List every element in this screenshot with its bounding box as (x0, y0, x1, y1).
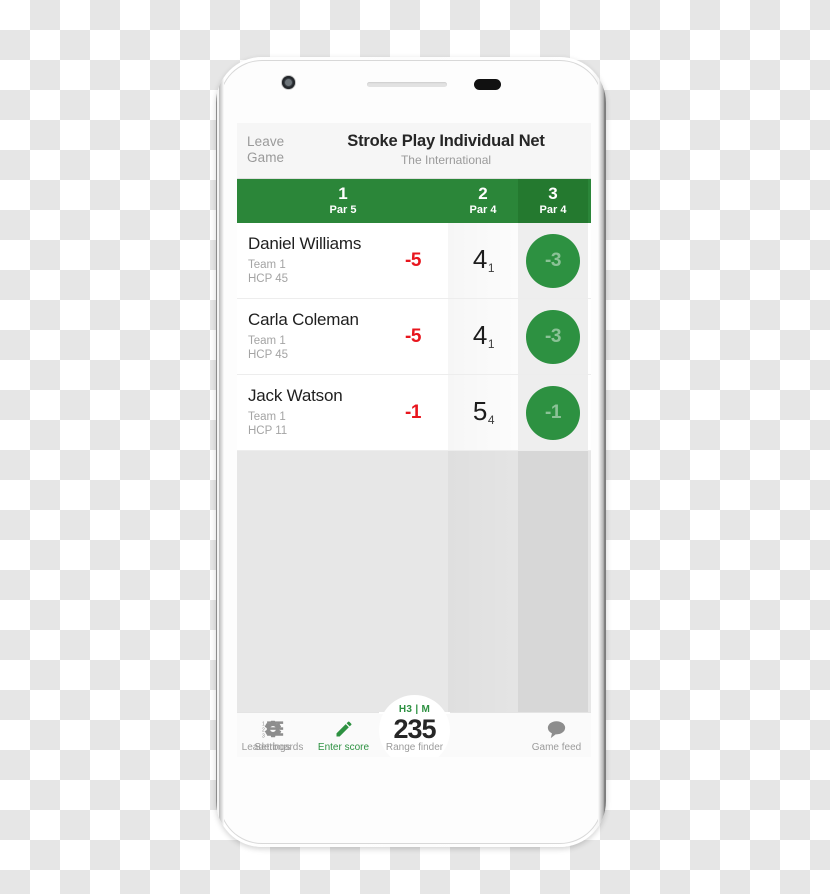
player-total-score: -1 (405, 401, 421, 423)
player-meta: Team 1 HCP 11 (248, 410, 287, 438)
leave-game-button[interactable]: Leave Game (247, 134, 299, 166)
table-row[interactable]: Jack Watson Team 1 HCP 11 -1 54 -1 (237, 375, 591, 451)
player-meta: Team 1 HCP 45 (248, 334, 288, 362)
net-score: 1 (487, 261, 495, 275)
gear-icon (237, 718, 308, 740)
player-meta: Team 1 HCP 45 (248, 258, 288, 286)
player-team: Team 1 (248, 411, 286, 423)
player-hcp: HCP 45 (248, 273, 289, 285)
score-bubble[interactable]: -3 (526, 233, 580, 288)
score-bubble[interactable]: -1 (526, 385, 580, 440)
player-total-score: -5 (405, 325, 421, 347)
net-score: 1 (487, 337, 495, 351)
net-score: 4 (487, 413, 495, 427)
pencil-icon (308, 718, 379, 740)
tab-label: Settings (254, 742, 291, 753)
hole-number: 3 (548, 184, 558, 203)
range-finder-label: Range finder (385, 742, 444, 753)
tab-enter-score[interactable]: Enter score (308, 713, 379, 757)
range-finder-distance: 235 (393, 714, 436, 744)
table-row[interactable]: Daniel Williams Team 1 HCP 45 -5 41 -3 (237, 223, 591, 299)
hole-number: 1 (338, 184, 348, 203)
page-title: Stroke Play Individual Net (347, 132, 545, 150)
header-total-column (378, 179, 448, 224)
player-hcp: HCP 45 (248, 349, 289, 361)
app-bar: Leave Game Stroke Play Individual Net Th… (237, 123, 591, 179)
proximity-sensor (474, 79, 501, 90)
tab-label: Game feed (531, 742, 582, 753)
tab-label: Enter score (317, 742, 370, 753)
hole-par: Par 4 (469, 204, 497, 216)
hole-par: Par 4 (539, 204, 567, 216)
score-cell-hole-2[interactable]: 41 (448, 299, 518, 374)
score-cell-hole-2[interactable]: 54 (448, 375, 518, 450)
range-finder-button[interactable]: H3 | M 235 Range finder (379, 695, 450, 757)
player-name: Jack Watson (248, 386, 343, 405)
leave-game-label-line1: Leave (247, 134, 285, 149)
header-hole-2[interactable]: 2 Par 4 (448, 179, 518, 224)
phone-edge-highlight-right (598, 60, 603, 844)
player-name: Daniel Williams (248, 234, 362, 253)
app-bar-title-group: Stroke Play Individual Net The Internati… (307, 131, 585, 168)
front-camera-icon (282, 76, 295, 89)
stroke-count: 41 (472, 320, 495, 351)
header-hole-3[interactable]: 3 Par 4 (518, 179, 588, 224)
header-hole-1[interactable]: 1 Par 5 (308, 179, 378, 224)
phone-device-mockup: Leave Game Stroke Play Individual Net Th… (216, 57, 606, 847)
player-total-score: -5 (405, 249, 421, 271)
stroke-count: 54 (472, 396, 495, 427)
hole-number: 2 (478, 184, 488, 203)
player-team: Team 1 (248, 335, 286, 347)
player-hcp: HCP 11 (248, 425, 288, 437)
earpiece-speaker (367, 82, 447, 87)
score-cell-hole-3[interactable]: -3 (518, 299, 588, 374)
phone-screen: Leave Game Stroke Play Individual Net Th… (237, 123, 591, 757)
leave-game-label-line2: Game (247, 150, 285, 165)
holes-header-row: 2 Par 4 3 Par 4 1 Par 5 (237, 179, 591, 224)
player-team: Team 1 (248, 259, 286, 271)
course-subtitle: The International (400, 153, 492, 167)
speech-bubble-icon (521, 718, 591, 740)
phone-edge-highlight-left (219, 60, 224, 844)
tab-settings[interactable]: Settings (237, 713, 308, 757)
score-cell-hole-2[interactable]: 41 (448, 223, 518, 298)
score-bubble[interactable]: -3 (526, 309, 580, 364)
tab-game-feed[interactable]: Game feed (521, 713, 591, 757)
score-cell-hole-3[interactable]: -1 (518, 375, 588, 450)
scorecard-rows: Daniel Williams Team 1 HCP 45 -5 41 -3 C… (237, 223, 591, 451)
player-name: Carla Coleman (248, 310, 359, 329)
bottom-navigation-bar: Enter score 1 2 3 Leaderboards H3 | M 23… (237, 695, 591, 757)
score-cell-hole-3[interactable]: -3 (518, 223, 588, 298)
hole-par: Par 5 (329, 204, 357, 216)
table-row[interactable]: Carla Coleman Team 1 HCP 45 -5 41 -3 (237, 299, 591, 375)
stroke-count: 41 (472, 244, 495, 275)
